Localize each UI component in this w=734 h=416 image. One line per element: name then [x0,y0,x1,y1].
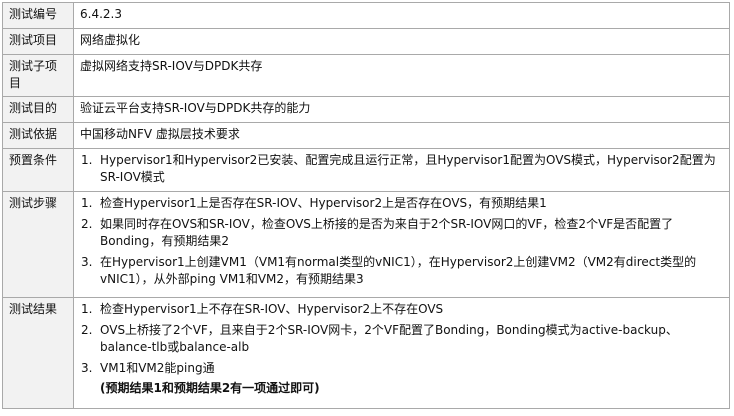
item-text: OVS上桥接了2个VF，且来自于2个SR-IOV网卡，2个VF配置了Bondin… [100,323,678,354]
list-item: 2. OVS上桥接了2个VF，且来自于2个SR-IOV网卡，2个VF配置了Bon… [80,322,723,356]
item-text: 检查Hypervisor1上是否存在SR-IOV、Hypervisor2上是否存… [100,196,547,210]
value-test-basis: 中国移动NFV 虚拟层技术要求 [73,122,730,149]
list-item: 1. 检查Hypervisor1上不存在SR-IOV、Hypervisor2上不… [80,301,723,318]
label-test-steps: 测试步骤 [2,191,74,298]
value-test-steps: 1. 检查Hypervisor1上是否存在SR-IOV、Hypervisor2上… [73,191,730,298]
row-test-steps: 测试步骤 1. 检查Hypervisor1上是否存在SR-IOV、Hypervi… [2,191,730,298]
label-test-id: 测试编号 [2,2,74,29]
row-test-subitem: 测试子项目 虚拟网络支持SR-IOV与DPDK共存 [2,54,730,97]
item-text: VM1和VM2能ping通 [100,361,215,375]
item-text: Hypervisor1和Hypervisor2已安装、配置完成且运行正常，且Hy… [100,153,716,184]
test-steps-list: 1. 检查Hypervisor1上是否存在SR-IOV、Hypervisor2上… [80,195,723,288]
label-test-purpose: 测试目的 [2,96,74,123]
preconditions-list: 1. Hypervisor1和Hypervisor2已安装、配置完成且运行正常，… [80,152,723,186]
label-test-results: 测试结果 [2,297,74,409]
value-preconditions: 1. Hypervisor1和Hypervisor2已安装、配置完成且运行正常，… [73,148,730,192]
label-test-item: 测试项目 [2,28,74,55]
row-test-purpose: 测试目的 验证云平台支持SR-IOV与DPDK共存的能力 [2,96,730,123]
row-preconditions: 预置条件 1. Hypervisor1和Hypervisor2已安装、配置完成且… [2,148,730,192]
row-test-id: 测试编号 6.4.2.3 [2,2,730,29]
value-test-item: 网络虚拟化 [73,28,730,55]
item-number: 1. [81,302,93,316]
list-item: 3. 在Hypervisor1上创建VM1（VM1有normal类型的vNIC1… [80,254,723,288]
label-test-basis: 测试依据 [2,122,74,149]
value-test-purpose: 验证云平台支持SR-IOV与DPDK共存的能力 [73,96,730,123]
item-number: 1. [81,153,93,167]
item-number: 3. [81,255,93,269]
item-number: 3. [81,361,93,375]
row-test-item: 测试项目 网络虚拟化 [2,28,730,55]
item-number: 1. [81,196,93,210]
label-preconditions: 预置条件 [2,148,74,192]
label-test-subitem: 测试子项目 [2,54,74,97]
list-item: 2. 如果同时存在OVS和SR-IOV，检查OVS上桥接的是否为来自于2个SR-… [80,216,723,250]
list-item: 1. Hypervisor1和Hypervisor2已安装、配置完成且运行正常，… [80,152,723,186]
row-test-results: 测试结果 1. 检查Hypervisor1上不存在SR-IOV、Hypervis… [2,297,730,409]
item-text: 如果同时存在OVS和SR-IOV，检查OVS上桥接的是否为来自于2个SR-IOV… [100,217,674,248]
test-case-table: 测试编号 6.4.2.3 测试项目 网络虚拟化 测试子项目 虚拟网络支持SR-I… [2,2,730,409]
list-item: 1. 检查Hypervisor1上是否存在SR-IOV、Hypervisor2上… [80,195,723,212]
item-text: 在Hypervisor1上创建VM1（VM1有normal类型的vNIC1），在… [100,255,697,286]
row-test-basis: 测试依据 中国移动NFV 虚拟层技术要求 [2,122,730,149]
test-results-list: 1. 检查Hypervisor1上不存在SR-IOV、Hypervisor2上不… [80,301,723,377]
value-test-subitem: 虚拟网络支持SR-IOV与DPDK共存 [73,54,730,97]
item-number: 2. [81,323,93,337]
item-text: 检查Hypervisor1上不存在SR-IOV、Hypervisor2上不存在O… [100,302,444,316]
value-test-results: 1. 检查Hypervisor1上不存在SR-IOV、Hypervisor2上不… [73,297,730,409]
value-test-id: 6.4.2.3 [73,2,730,29]
item-number: 2. [81,217,93,231]
results-note: (预期结果1和预期结果2有一项通过即可) [100,381,320,395]
list-item: 3. VM1和VM2能ping通 [80,360,723,377]
